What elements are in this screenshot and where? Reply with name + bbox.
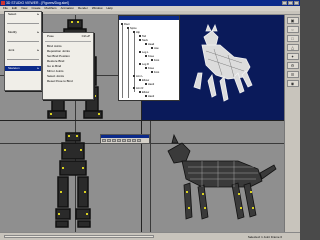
viewport-right[interactable] bbox=[142, 121, 284, 232]
menu-separator bbox=[7, 41, 39, 42]
tool-button[interactable] bbox=[127, 139, 131, 142]
viewport-divider-horizontal[interactable] bbox=[0, 120, 284, 121]
menu-dropdown: Select ▸ Modify ▸ Joint ▸ Skeleton ▸ bbox=[4, 11, 42, 91]
tree-node[interactable]: Foot bbox=[151, 58, 159, 62]
window-buttons bbox=[282, 1, 299, 5]
cone-tool-icon[interactable]: △ bbox=[286, 44, 299, 51]
status-text: Selected: 1 Joint Frame 0 bbox=[247, 235, 282, 239]
sphere-tool-icon[interactable]: ○ bbox=[286, 26, 299, 33]
target-tool-icon[interactable]: ◉ bbox=[286, 80, 299, 87]
tool-button[interactable] bbox=[112, 139, 116, 142]
tree-node[interactable]: Foot bbox=[151, 70, 159, 74]
menu-separator bbox=[7, 23, 39, 24]
floating-tool-panel bbox=[100, 134, 150, 144]
dropdown-item-skeleton[interactable]: Skeleton ▸ bbox=[5, 66, 41, 71]
list-tool-icon[interactable]: ☰ bbox=[286, 71, 299, 78]
tool-button[interactable] bbox=[132, 139, 136, 142]
status-bar: Selected: 1 Joint Frame 0 bbox=[0, 232, 300, 240]
tool-button[interactable] bbox=[137, 139, 141, 142]
tool-button[interactable] bbox=[117, 139, 121, 142]
menu-separator bbox=[45, 41, 91, 42]
chevron-right-icon: ▸ bbox=[37, 66, 39, 70]
time-slider[interactable] bbox=[4, 235, 154, 238]
maximize-button[interactable] bbox=[288, 1, 293, 5]
hierarchy-tree-window: Root Spine Hip Tail Neck Head Jaw Leg L … bbox=[118, 15, 180, 101]
dog-side-wireframe[interactable] bbox=[142, 121, 284, 232]
tree-node[interactable]: Hand bbox=[145, 94, 154, 98]
minimize-button[interactable] bbox=[282, 1, 287, 5]
close-button[interactable] bbox=[294, 1, 299, 5]
app-icon bbox=[1, 1, 5, 5]
select-tool-icon[interactable]: ▣ bbox=[286, 17, 299, 24]
tree-node[interactable]: Jaw bbox=[151, 46, 159, 50]
chevron-right-icon: ▸ bbox=[37, 12, 39, 16]
tool-button[interactable] bbox=[102, 139, 106, 142]
tool-button[interactable] bbox=[122, 139, 126, 142]
menu-separator bbox=[7, 59, 39, 60]
tree-window-title-bar bbox=[119, 16, 179, 20]
chevron-right-icon: ▸ bbox=[37, 48, 39, 52]
dropdown-item-modify[interactable]: Modify ▸ bbox=[5, 30, 41, 35]
shortcut-label: Ctrl+P bbox=[81, 34, 90, 38]
window-title: 3D STUDIO VIEWER - [Figures/Dog.skel] bbox=[6, 1, 69, 5]
tool-button[interactable] bbox=[107, 139, 111, 142]
chevron-right-icon: ▸ bbox=[37, 30, 39, 34]
dropdown-item-joint[interactable]: Joint ▸ bbox=[5, 48, 41, 53]
tree-node[interactable]: Hand bbox=[145, 82, 154, 86]
settings-tool-icon[interactable]: ⚙ bbox=[286, 62, 299, 69]
submenu-item-pose[interactable]: Pose Ctrl+P bbox=[43, 34, 93, 39]
dropdown-item-select[interactable]: Select ▸ bbox=[5, 12, 41, 17]
box-tool-icon[interactable]: □ bbox=[286, 35, 299, 42]
right-tool-panel: ▣ ○ □ △ ✦ ⚙ ☰ ◉ bbox=[284, 15, 300, 232]
light-tool-icon[interactable]: ✦ bbox=[286, 53, 299, 60]
submenu-item-reset-pose[interactable]: Reset Pose to Bind bbox=[43, 79, 93, 84]
skeleton-submenu: Pose Ctrl+P Bind Joints Reposition Joints… bbox=[42, 32, 94, 100]
